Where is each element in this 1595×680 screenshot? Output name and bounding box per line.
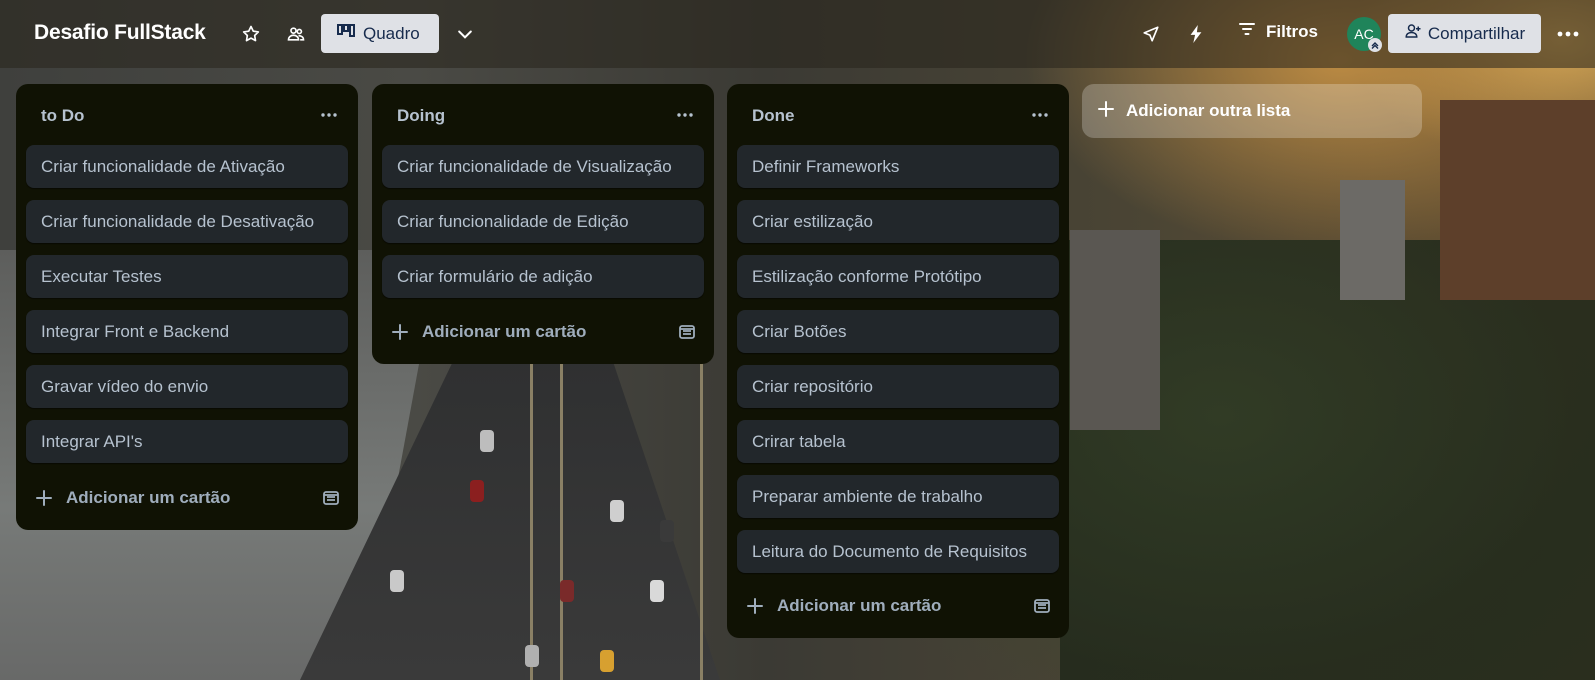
- add-card-label: Adicionar um cartão: [422, 322, 587, 341]
- list-done: Done Definir Frameworks Criar estilizaçã…: [727, 84, 1069, 638]
- automation-icon[interactable]: [1183, 21, 1209, 47]
- add-card-button[interactable]: Adicionar um cartão: [382, 312, 704, 352]
- plus-icon: [30, 490, 58, 506]
- background-building: [1440, 100, 1595, 300]
- card[interactable]: Criar formulário de adição: [382, 255, 704, 298]
- add-card-label: Adicionar um cartão: [777, 596, 942, 615]
- background-car: [470, 480, 484, 502]
- add-card-button[interactable]: Adicionar um cartão: [737, 586, 1059, 626]
- background-building: [1340, 180, 1405, 300]
- board-title[interactable]: Desafio FullStack: [34, 21, 206, 45]
- card[interactable]: Definir Frameworks: [737, 145, 1059, 188]
- background-car: [480, 430, 494, 452]
- card[interactable]: Preparar ambiente de trabalho: [737, 475, 1059, 518]
- background-car: [610, 500, 624, 522]
- list-menu-icon[interactable]: [314, 104, 344, 126]
- card[interactable]: Executar Testes: [26, 255, 348, 298]
- share-button[interactable]: Compartilhar: [1388, 14, 1541, 53]
- card[interactable]: Integrar API's: [26, 420, 348, 463]
- board-view-button[interactable]: Quadro: [321, 14, 439, 53]
- card[interactable]: Integrar Front e Backend: [26, 310, 348, 353]
- add-list-button[interactable]: Adicionar outra lista: [1082, 84, 1422, 138]
- share-label: Compartilhar: [1427, 23, 1526, 43]
- list-menu-icon[interactable]: [670, 104, 700, 126]
- background-lane: [700, 340, 703, 680]
- background-lane: [560, 340, 563, 680]
- chevron-down-icon[interactable]: [452, 21, 478, 47]
- plus-icon: [1098, 100, 1114, 122]
- template-icon[interactable]: [322, 489, 340, 507]
- card[interactable]: Criar funcionalidade de Edição: [382, 200, 704, 243]
- filter-icon: [1238, 21, 1256, 42]
- background-car: [390, 570, 404, 592]
- card[interactable]: Criar estilização: [737, 200, 1059, 243]
- card[interactable]: Crirar tabela: [737, 420, 1059, 463]
- filters-button[interactable]: Filtros: [1238, 21, 1318, 42]
- background-car: [560, 580, 574, 602]
- list-title[interactable]: to Do: [41, 106, 84, 126]
- background-car: [525, 645, 539, 667]
- card[interactable]: Criar repositório: [737, 365, 1059, 408]
- list-header: to Do: [16, 84, 358, 146]
- card[interactable]: Leitura do Documento de Requisitos: [737, 530, 1059, 573]
- add-list-label: Adicionar outra lista: [1126, 101, 1291, 120]
- plus-icon: [741, 598, 769, 614]
- card[interactable]: Estilização conforme Protótipo: [737, 255, 1059, 298]
- background-car: [650, 580, 664, 602]
- board-view-icon: [337, 23, 355, 44]
- card[interactable]: Criar funcionalidade de Visualização: [382, 145, 704, 188]
- template-icon[interactable]: [1033, 597, 1051, 615]
- list-menu-icon[interactable]: [1025, 104, 1055, 126]
- background-building: [1070, 230, 1160, 430]
- more-icon[interactable]: [1553, 21, 1583, 47]
- background-lane: [530, 340, 533, 680]
- star-icon[interactable]: [238, 21, 264, 47]
- add-card-label: Adicionar um cartão: [66, 488, 231, 507]
- card[interactable]: Criar Botões: [737, 310, 1059, 353]
- workspace-visibility-icon[interactable]: [283, 21, 309, 47]
- list-title[interactable]: Done: [752, 106, 795, 126]
- list-to-do: to Do Criar funcionalidade de Ativação C…: [16, 84, 358, 530]
- add-card-button[interactable]: Adicionar um cartão: [26, 478, 348, 518]
- card[interactable]: Criar funcionalidade de Desativação: [26, 200, 348, 243]
- add-member-icon: [1404, 22, 1422, 45]
- admin-badge-icon: [1368, 38, 1382, 52]
- list-title[interactable]: Doing: [397, 106, 445, 126]
- power-ups-icon[interactable]: [1138, 21, 1164, 47]
- filters-label: Filtros: [1266, 21, 1318, 41]
- template-icon[interactable]: [678, 323, 696, 341]
- card[interactable]: Criar funcionalidade de Ativação: [26, 145, 348, 188]
- plus-icon: [386, 324, 414, 340]
- board-view-label: Quadro: [363, 23, 420, 43]
- background-car: [660, 520, 674, 542]
- background-car: [600, 650, 614, 672]
- list-doing: Doing Criar funcionalidade de Visualizaç…: [372, 84, 714, 364]
- list-header: Doing: [372, 84, 714, 146]
- card[interactable]: Gravar vídeo do envio: [26, 365, 348, 408]
- list-header: Done: [727, 84, 1069, 146]
